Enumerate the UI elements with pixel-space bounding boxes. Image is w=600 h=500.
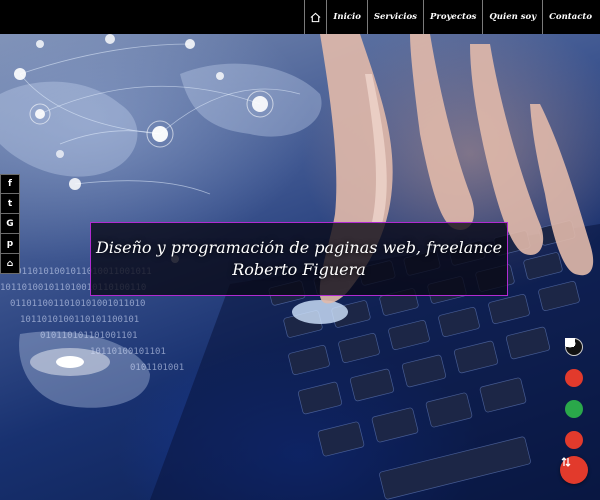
top-navigation-bar: Inicio Servicios Proyectos Quien soy Con… (0, 0, 600, 34)
nav-servicios[interactable]: Servicios (366, 0, 423, 34)
hero-headline: Diseño y programación de paginas web, fr… (95, 238, 503, 279)
quote-icon[interactable] (565, 338, 583, 449)
hero-banner: 0110110101001011010011001011 10110100101… (0, 34, 600, 500)
cloud-icon[interactable] (565, 339, 583, 418)
headline-box: Diseño y programación de paginas web, fr… (90, 222, 508, 296)
nav-quien-soy[interactable]: Quien soy (482, 0, 542, 34)
nav-contacto[interactable]: Contacto (542, 0, 598, 34)
home-icon[interactable]: ⌂ (0, 254, 20, 274)
nav-home-button[interactable] (304, 0, 326, 34)
google-plus-icon[interactable]: G (0, 214, 20, 234)
twitter-icon[interactable]: t (0, 194, 20, 214)
pinterest-icon[interactable]: p (0, 234, 20, 254)
svg-text:010110101101001101: 010110101101001101 (40, 331, 138, 341)
social-sidebar: f t G p ⌂ (0, 174, 20, 274)
main-menu: Inicio Servicios Proyectos Quien soy Con… (304, 0, 598, 34)
target-icon[interactable] (565, 338, 583, 387)
scroll-toggle-button[interactable] (560, 456, 588, 484)
svg-text:10110100101101: 10110100101101 (90, 347, 166, 357)
svg-text:1011010100110101100101: 1011010100110101100101 (20, 315, 139, 325)
svg-text:0101101001: 0101101001 (130, 363, 184, 373)
svg-text:0110110011010101001011010: 0110110011010101001011010 (10, 299, 145, 309)
facebook-icon[interactable]: f (0, 174, 20, 194)
home-icon (310, 12, 321, 22)
nav-inicio[interactable]: Inicio (326, 0, 366, 34)
nav-proyectos[interactable]: Proyectos (422, 0, 482, 34)
up-down-arrows-icon (561, 457, 571, 467)
